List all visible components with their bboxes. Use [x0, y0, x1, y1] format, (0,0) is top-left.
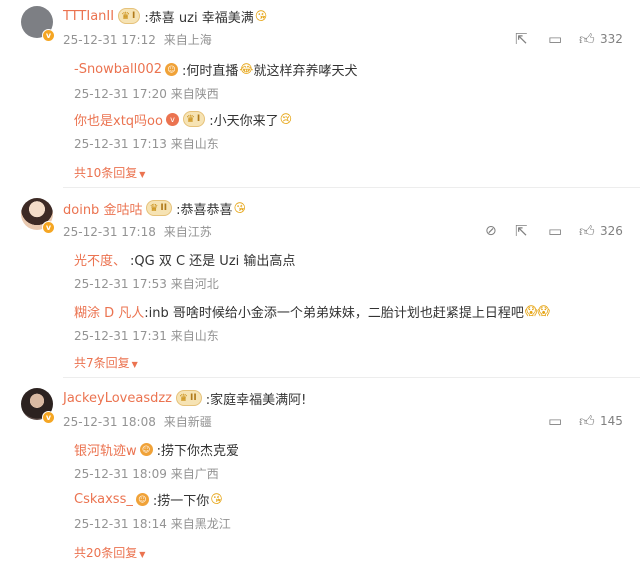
emoji-icon: 😱😱 — [524, 304, 550, 318]
reply-item: 银河轨迹w ☺ :捞下你杰克爱 25-12-31 18:09 来自广西 — [74, 440, 634, 482]
divider — [63, 187, 640, 188]
comment-username[interactable]: doinb 金咕咕 — [63, 199, 142, 218]
verified-badge-icon: v — [165, 112, 179, 126]
comment-icon[interactable]: ▭ — [548, 30, 562, 48]
level-badge: ♛ I — [182, 111, 206, 127]
reply-text: :何时直播 — [182, 63, 239, 79]
thumb-up-icon[interactable]: 👍︎ — [579, 30, 595, 48]
reply-item: 光不度、 :QG 双 C 还是 Uzi 输出高点 25-12-31 17:53 … — [74, 250, 634, 292]
like-count: 145 — [600, 414, 623, 428]
comment-text: :恭喜恭喜 — [176, 202, 233, 218]
reply-date: 25-12-31 17:20 — [74, 87, 167, 101]
level-badge: ♛ I — [118, 8, 141, 24]
reply-date: 25-12-31 17:13 — [74, 137, 167, 151]
level-badge: ♛ II — [176, 390, 202, 406]
reply-text: :捞下你杰克爱 — [156, 443, 240, 459]
reply-username[interactable]: 你也是xtq吗oo — [74, 110, 163, 129]
like-count: 326 — [600, 224, 623, 238]
reply-location: 来自广西 — [170, 467, 219, 481]
crown-icon: ♛ — [185, 113, 195, 125]
divider — [63, 377, 640, 378]
chevron-down-icon: ▼ — [131, 360, 138, 369]
crown-icon: ♛ — [149, 202, 159, 214]
comment-username[interactable]: JackeyLoveasdzz — [63, 391, 172, 406]
reply-username[interactable]: Cskaxss_ — [74, 492, 133, 507]
reply-text-continued: 就这样弃养哮天犬 — [253, 63, 358, 79]
comment-icon[interactable]: ▭ — [548, 412, 562, 430]
emoji-icon: 😘 — [210, 492, 223, 506]
reply-text: :捞一下你 — [152, 493, 210, 509]
reply-location: 来自河北 — [170, 277, 219, 291]
reply-item: 糊涂 D 凡人 :inb 哥啥时候给小金添一个弟弟妹妹，二胎计划也赶紧提上日程吧… — [74, 302, 634, 344]
reply-text: :小天你来了 — [209, 113, 279, 129]
reply-date: 25-12-31 17:53 — [74, 277, 167, 291]
reply-date: 25-12-31 18:09 — [74, 467, 167, 481]
reply-location: 来自陕西 — [170, 87, 219, 101]
share-icon[interactable]: ⇱ — [515, 222, 528, 240]
like-count: 332 — [600, 32, 623, 46]
chevron-down-icon: ▼ — [139, 550, 146, 559]
comment-actions: ▭ 👍︎ 145 — [0, 412, 640, 430]
chevron-down-icon: ▼ — [139, 170, 146, 179]
reply-item: 你也是xtq吗oo v ♛ I :小天你来了 😢 25-12-31 17:13 来… — [74, 110, 634, 152]
thumb-up-icon[interactable]: 👍︎ — [579, 222, 595, 240]
reply-location: 来自山东 — [170, 137, 219, 151]
comment-text: :恭喜 uzi 幸福美满 — [144, 10, 254, 26]
reply-username[interactable]: -Snowball002 — [74, 62, 162, 77]
reply-username[interactable]: 银河轨迹w — [74, 440, 137, 459]
reply-item: -Snowball002 ☺ :何时直播 😂 就这样弃养哮天犬 25-12-31… — [74, 60, 634, 102]
reply-location: 来自山东 — [170, 329, 219, 343]
crown-icon: ♛ — [179, 392, 188, 404]
comment-actions: ⇱ ▭ 👍︎ 332 — [0, 30, 640, 48]
share-icon[interactable]: ⇱ — [515, 30, 528, 48]
expand-replies-link[interactable]: 共10条回复 ▼ — [74, 164, 145, 181]
crown-icon: ♛ — [121, 10, 131, 22]
comment-icon[interactable]: ▭ — [548, 222, 562, 240]
comment-actions: ⊘ ⇱ ▭ 👍︎ 326 — [0, 222, 640, 240]
emoji-icon: 😘 — [254, 9, 268, 23]
report-icon[interactable]: ⊘ — [485, 222, 497, 240]
reply-date: 25-12-31 18:14 — [74, 517, 167, 531]
reply-text: :inb 哥啥时候给小金添一个弟弟妹妹，二胎计划也赶紧提上日程吧 — [144, 305, 524, 321]
reply-date: 25-12-31 17:31 — [74, 329, 167, 343]
expand-replies-link[interactable]: 共20条回复 ▼ — [74, 544, 145, 561]
user-badge-icon: ☺ — [165, 62, 179, 76]
comment-text: :家庭幸福美满阿! — [205, 392, 307, 408]
emoji-icon: 😘 — [233, 201, 247, 215]
comment-username[interactable]: TTTIanII — [63, 9, 114, 24]
thumb-up-icon[interactable]: 👍︎ — [579, 412, 595, 430]
user-badge-icon: ☺ — [139, 442, 153, 456]
reply-text: :QG 双 C 还是 Uzi 输出高点 — [130, 253, 296, 269]
level-badge: ♛ II — [146, 200, 173, 216]
emoji-icon: 😢 — [279, 112, 293, 126]
reply-location: 来自黑龙江 — [170, 517, 231, 531]
reply-username[interactable]: 糊涂 D 凡人 — [74, 302, 144, 321]
emoji-icon: 😂 — [239, 62, 254, 76]
user-badge-icon: ☺ — [135, 492, 149, 506]
expand-replies-link[interactable]: 共7条回复 ▼ — [74, 354, 138, 371]
reply-item: Cskaxss_ ☺ :捞一下你 😘 25-12-31 18:14 来自黑龙江 — [74, 490, 634, 532]
reply-username[interactable]: 光不度、 — [74, 250, 126, 269]
